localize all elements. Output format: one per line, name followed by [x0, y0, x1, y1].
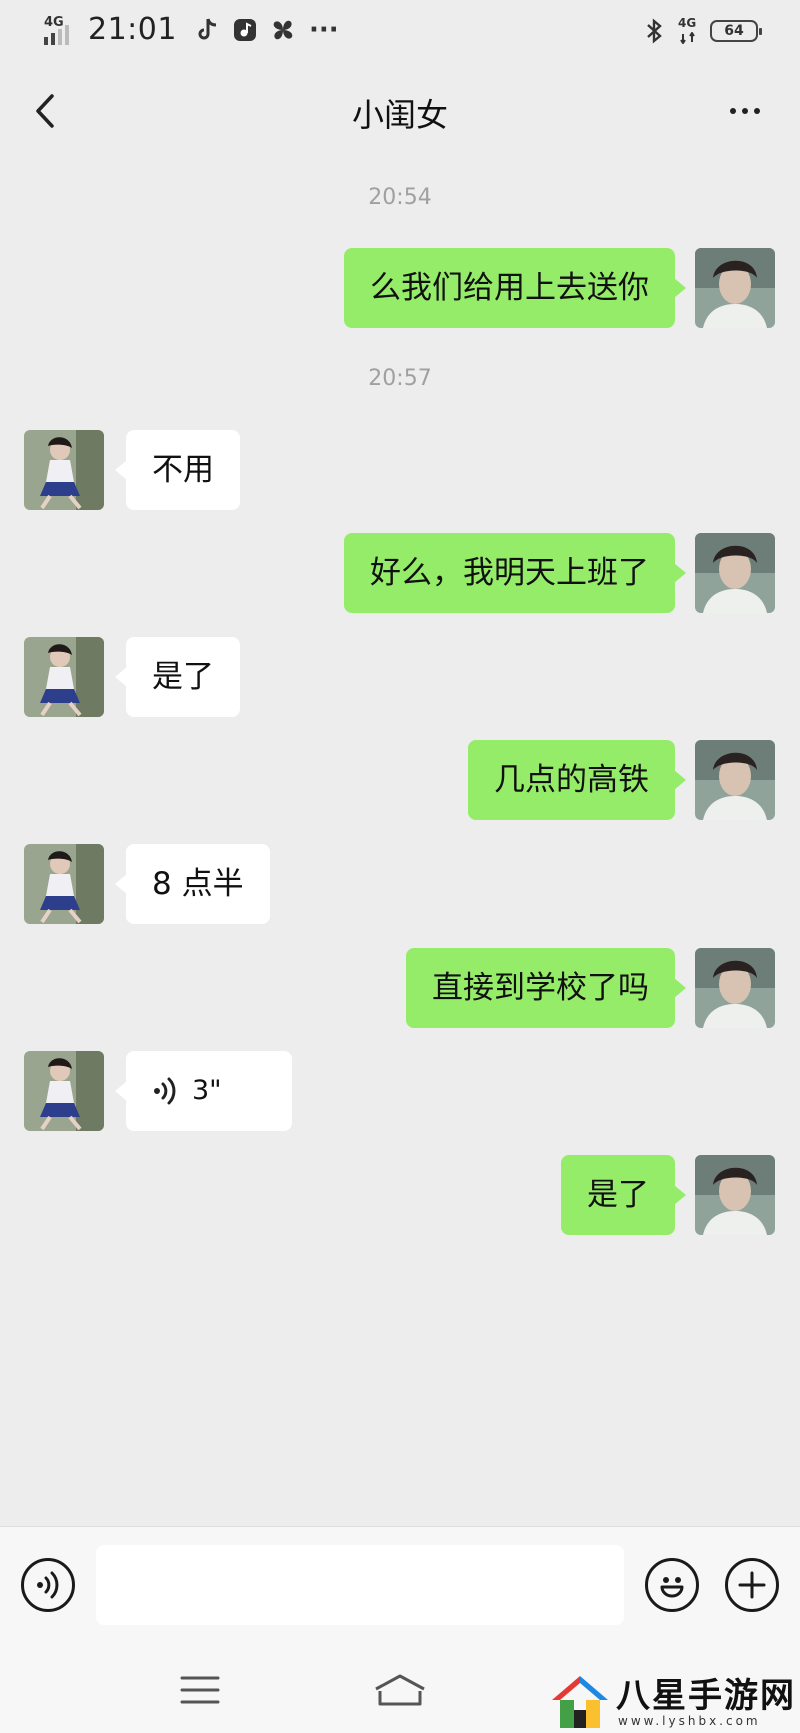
- message-bubble-outgoing[interactable]: 好么，我明天上班了: [344, 533, 686, 613]
- my-avatar[interactable]: [695, 533, 775, 613]
- menu-icon: [180, 1676, 220, 1704]
- voice-input-button[interactable]: [21, 1558, 75, 1612]
- contact-avatar[interactable]: [24, 1051, 104, 1131]
- contact-avatar[interactable]: [24, 844, 104, 924]
- signal-4g-right-icon: 4G: [678, 16, 700, 46]
- pinwheel-icon: [269, 16, 297, 44]
- my-avatar[interactable]: [695, 248, 775, 328]
- message-bubble-outgoing[interactable]: 么我们给用上去送你: [344, 248, 686, 328]
- watermark: 八星手游网 www.lyshbx.com: [550, 1668, 800, 1733]
- chat-menu-button[interactable]: [720, 86, 770, 136]
- watermark-logo-icon: [552, 1676, 608, 1728]
- network-type-label-right: 4G: [678, 16, 697, 30]
- voice-icon: [37, 1571, 59, 1599]
- dot: [742, 108, 748, 114]
- message-bubble-outgoing[interactable]: 直接到学校了吗: [406, 948, 686, 1028]
- more-icon: ···: [308, 14, 339, 45]
- battery-level: 64: [724, 23, 744, 39]
- status-time: 21:01: [88, 12, 177, 47]
- my-avatar[interactable]: [695, 740, 775, 820]
- status-bar-right: 4G 64: [640, 16, 762, 46]
- signal-4g-icon: 4G: [42, 13, 78, 47]
- home-icon: [375, 1674, 425, 1706]
- timestamp: 20:57: [368, 366, 432, 391]
- watermark-title: 八星手游网: [616, 1676, 796, 1716]
- message-bubble-incoming[interactable]: 不用: [115, 430, 240, 510]
- message-bubble-incoming[interactable]: 8 点半: [115, 844, 270, 924]
- plus-icon: [738, 1571, 766, 1599]
- message-bubble-outgoing[interactable]: 几点的高铁: [468, 740, 686, 820]
- contact-avatar[interactable]: [24, 637, 104, 717]
- voice-wave-icon: [154, 1077, 176, 1105]
- emoji-icon: [660, 1577, 684, 1598]
- status-bar: 4G 21:01 ··· 4G 64: [0, 0, 800, 62]
- recent-apps-button[interactable]: [170, 1666, 230, 1714]
- watermark-url: www.lyshbx.com: [618, 1714, 761, 1728]
- music-app-icon: [231, 16, 259, 44]
- status-bar-left: 4G 21:01 ···: [42, 12, 339, 47]
- voice-message-bubble[interactable]: 3": [115, 1051, 292, 1131]
- chat-title: 小闺女: [351, 96, 448, 134]
- message-input[interactable]: [96, 1545, 624, 1625]
- battery-icon: 64: [710, 20, 762, 42]
- my-avatar[interactable]: [695, 948, 775, 1028]
- add-button[interactable]: [725, 1558, 779, 1612]
- contact-avatar[interactable]: [24, 430, 104, 510]
- chat-screen: 4G 21:01 ··· 4G 64 小闺女 20:54 么我们给用上去送你 2…: [0, 0, 800, 1733]
- chat-header: 小闺女: [0, 62, 800, 158]
- voice-duration: 3": [192, 1075, 222, 1106]
- message-bubble-incoming[interactable]: 是了: [115, 637, 240, 717]
- home-button[interactable]: [370, 1666, 430, 1714]
- input-bar: [0, 1526, 800, 1644]
- dot: [730, 108, 736, 114]
- tiktok-icon: [193, 16, 221, 44]
- timestamp: 20:54: [368, 185, 432, 210]
- dot: [754, 108, 760, 114]
- message-bubble-outgoing[interactable]: 是了: [561, 1155, 686, 1235]
- my-avatar[interactable]: [695, 1155, 775, 1235]
- bluetooth-icon: [640, 17, 668, 45]
- emoji-button[interactable]: [645, 1558, 699, 1612]
